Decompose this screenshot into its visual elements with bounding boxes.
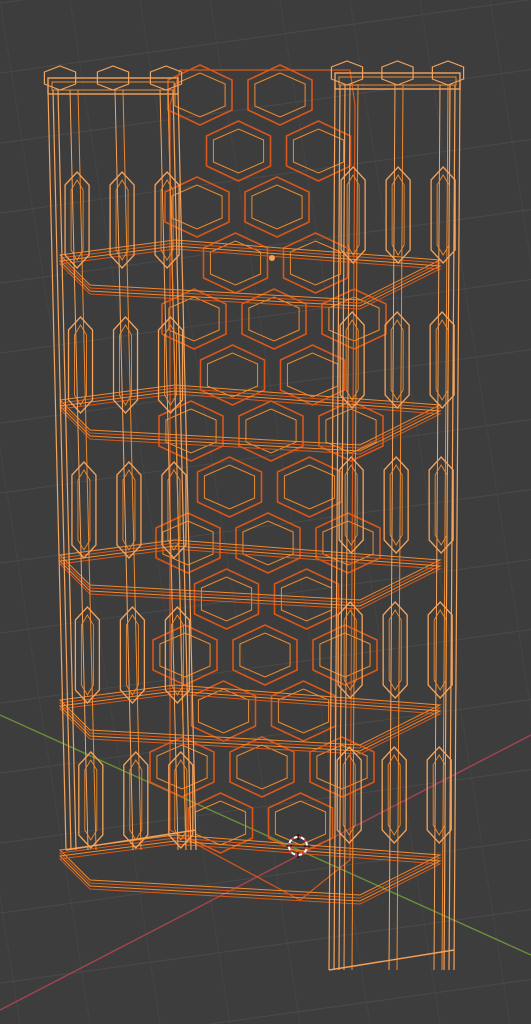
post-bulge bbox=[430, 166, 456, 264]
hex-cell bbox=[235, 512, 301, 574]
hex-cell-inner bbox=[165, 408, 217, 454]
shelf-object[interactable] bbox=[43, 60, 465, 971]
hex-cell-inner bbox=[212, 128, 265, 174]
post-bulge bbox=[426, 746, 452, 844]
grid-line bbox=[0, 209, 531, 284]
viewport-canvas[interactable] bbox=[0, 0, 531, 1024]
hex-cell bbox=[152, 624, 218, 686]
post-bulge bbox=[383, 456, 409, 554]
origin-dot-icon bbox=[269, 255, 275, 261]
shelf-boards[interactable] bbox=[58, 239, 442, 905]
3d-viewport[interactable] bbox=[0, 0, 531, 1024]
grid-line bbox=[0, 0, 26, 4]
hex-cell-inner bbox=[156, 744, 208, 790]
hex-cell-inner bbox=[203, 464, 256, 510]
post-bulge bbox=[384, 311, 410, 409]
hex-cell bbox=[202, 232, 269, 294]
hex-cell-inner bbox=[289, 240, 342, 286]
grid-line bbox=[206, 979, 531, 1024]
post-bulge bbox=[385, 166, 411, 264]
hex-cell-inner bbox=[283, 464, 336, 510]
grid-line bbox=[489, 0, 531, 266]
post-bulge bbox=[428, 456, 454, 554]
shelf-board-4[interactable] bbox=[58, 684, 442, 755]
hex-cell-inner bbox=[242, 520, 294, 566]
hex-cell bbox=[199, 344, 266, 406]
hex-cell-inner bbox=[286, 352, 339, 398]
hex-cell-inner bbox=[159, 632, 211, 678]
grid-line bbox=[0, 0, 531, 74]
hex-cell bbox=[196, 456, 263, 518]
post-bulge bbox=[119, 606, 146, 704]
grid-line bbox=[209, 0, 371, 1024]
post-bulge bbox=[78, 751, 104, 849]
post-bulge bbox=[427, 601, 453, 699]
side-bottom bbox=[328, 949, 455, 971]
post-bulge bbox=[429, 311, 455, 409]
grid-line bbox=[0, 444, 91, 1024]
shelf-board-5[interactable] bbox=[58, 834, 442, 905]
hex-cell-inner bbox=[251, 184, 303, 230]
post-bulge bbox=[123, 751, 149, 849]
side-cap bbox=[334, 72, 461, 90]
hex-cell-inner bbox=[174, 72, 226, 118]
hex-cell bbox=[247, 64, 313, 126]
grid-line bbox=[0, 909, 531, 984]
post-line bbox=[114, 89, 134, 851]
post-bulge bbox=[71, 461, 97, 559]
post-line bbox=[122, 89, 142, 851]
post-bulge bbox=[381, 746, 407, 844]
hex-cell bbox=[205, 120, 272, 182]
side-cap bbox=[47, 77, 179, 95]
side-rail bbox=[448, 84, 456, 971]
post-line bbox=[167, 89, 187, 851]
hex-cell-inner bbox=[239, 632, 291, 678]
left-side-panel[interactable] bbox=[43, 65, 197, 851]
hex-cell bbox=[149, 736, 215, 798]
hex-cell bbox=[270, 680, 337, 742]
hex-cell-inner bbox=[322, 520, 374, 566]
right-side-panel[interactable] bbox=[328, 60, 465, 971]
hex-cell bbox=[244, 176, 310, 238]
